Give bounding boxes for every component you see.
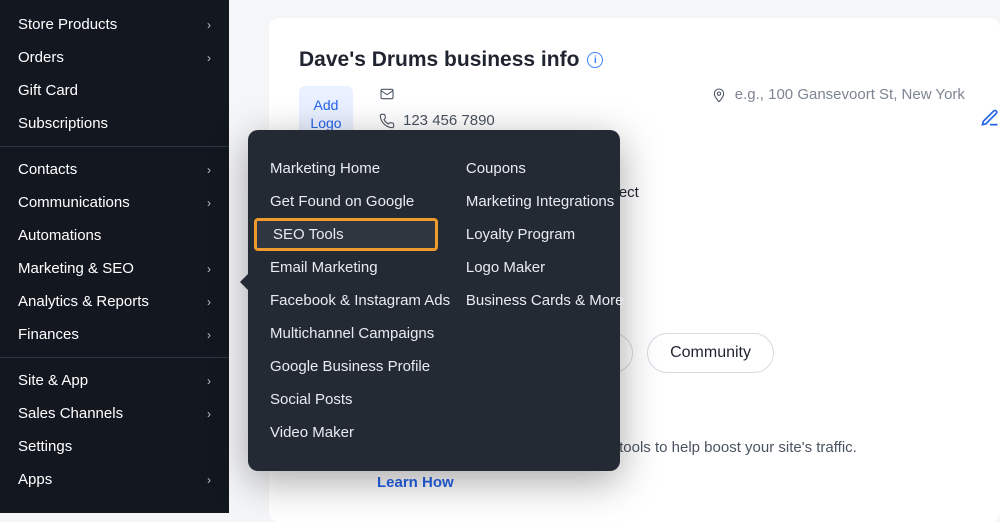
sidebar-item-contacts[interactable]: Contacts › — [0, 153, 229, 186]
flyout-item-social-posts[interactable]: Social Posts — [248, 383, 444, 416]
sidebar-item-settings[interactable]: Settings — [0, 430, 229, 463]
sidebar-item-gift-card[interactable]: Gift Card — [0, 74, 229, 107]
flyout-item-seo-tools[interactable]: SEO Tools — [254, 218, 438, 251]
sidebar-group: Contacts › Communications › Automations Ma… — [0, 153, 229, 351]
flyout-column-1: Marketing Home Get Found on Google SEO T… — [248, 152, 444, 449]
pill-community[interactable]: Community — [647, 333, 774, 373]
sidebar-item-label: Contacts — [18, 161, 77, 178]
page-title: Dave's Drums business info — [299, 48, 579, 72]
chevron-right-icon: › — [207, 18, 211, 32]
sidebar-item-label: Sales Channels — [18, 405, 123, 422]
card-title-row: Dave's Drums business info i — [299, 48, 970, 72]
chevron-right-icon: › — [207, 163, 211, 177]
flyout-item-email-marketing[interactable]: Email Marketing — [248, 251, 444, 284]
sidebar-item-label: Settings — [18, 438, 72, 455]
sidebar-item-label: Communications — [18, 194, 130, 211]
sidebar-item-orders[interactable]: Orders › — [0, 41, 229, 74]
sidebar-item-label: Apps — [18, 471, 52, 488]
envelope-icon — [379, 86, 395, 102]
chevron-right-icon: › — [207, 407, 211, 421]
info-icon[interactable]: i — [587, 52, 603, 68]
chevron-right-icon: › — [207, 295, 211, 309]
flyout-item-marketing-home[interactable]: Marketing Home — [248, 152, 444, 185]
chevron-right-icon: › — [207, 473, 211, 487]
sidebar-item-label: Orders — [18, 49, 64, 66]
location-row[interactable]: e.g., 100 Gansevoort St, New York — [711, 86, 965, 103]
email-row[interactable] — [379, 86, 495, 102]
phone-row[interactable]: 123 456 7890 — [379, 112, 495, 129]
chevron-right-icon: › — [207, 262, 211, 276]
flyout-column-2: Coupons Marketing Integrations Loyalty P… — [444, 152, 620, 449]
sidebar-group: Store Products › Orders › Gift Card Subscr… — [0, 8, 229, 140]
sidebar: Store Products › Orders › Gift Card Subscr… — [0, 0, 229, 513]
sidebar-item-label: Store Products — [18, 16, 117, 33]
phone-icon — [379, 113, 395, 129]
sidebar-item-analytics-reports[interactable]: Analytics & Reports › — [0, 285, 229, 318]
chevron-right-icon: › — [207, 51, 211, 65]
flyout-item-multichannel[interactable]: Multichannel Campaigns — [248, 317, 444, 350]
phone-value: 123 456 7890 — [403, 112, 495, 129]
sidebar-item-automations[interactable]: Automations — [0, 219, 229, 252]
sidebar-item-communications[interactable]: Communications › — [0, 186, 229, 219]
sidebar-item-label: Subscriptions — [18, 115, 108, 132]
flyout-item-google-business[interactable]: Google Business Profile — [248, 350, 444, 383]
flyout-item-marketing-integrations[interactable]: Marketing Integrations — [444, 185, 620, 218]
flyout-item-logo-maker[interactable]: Logo Maker — [444, 251, 620, 284]
sidebar-item-site-app[interactable]: Site & App › — [0, 364, 229, 397]
sidebar-item-label: Analytics & Reports — [18, 293, 149, 310]
sidebar-item-marketing-seo[interactable]: Marketing & SEO › — [0, 252, 229, 285]
chevron-right-icon: › — [207, 328, 211, 342]
edit-icon[interactable] — [980, 108, 1000, 133]
sidebar-item-label: Marketing & SEO — [18, 260, 134, 277]
flyout-item-loyalty[interactable]: Loyalty Program — [444, 218, 620, 251]
sidebar-item-label: Automations — [18, 227, 101, 244]
contact-column: 123 456 7890 — [379, 86, 495, 129]
chevron-right-icon: › — [207, 196, 211, 210]
flyout-item-coupons[interactable]: Coupons — [444, 152, 620, 185]
sidebar-item-label: Site & App — [18, 372, 88, 389]
learn-how-link[interactable]: Learn How — [377, 474, 454, 491]
flyout-item-video-maker[interactable]: Video Maker — [248, 416, 444, 449]
sidebar-group: Site & App › Sales Channels › Settings App… — [0, 364, 229, 496]
sidebar-item-finances[interactable]: Finances › — [0, 318, 229, 351]
location-placeholder: e.g., 100 Gansevoort St, New York — [735, 86, 965, 103]
sidebar-item-apps[interactable]: Apps › — [0, 463, 229, 496]
divider — [0, 357, 229, 358]
sidebar-item-store-products[interactable]: Store Products › — [0, 8, 229, 41]
flyout-item-business-cards[interactable]: Business Cards & More — [444, 284, 620, 317]
location-pin-icon — [711, 87, 727, 103]
flyout-item-get-found-google[interactable]: Get Found on Google — [248, 185, 444, 218]
sidebar-item-subscriptions[interactable]: Subscriptions — [0, 107, 229, 140]
sidebar-item-label: Finances — [18, 326, 79, 343]
divider — [0, 146, 229, 147]
sidebar-item-label: Gift Card — [18, 82, 78, 99]
sidebar-item-sales-channels[interactable]: Sales Channels › — [0, 397, 229, 430]
chevron-right-icon: › — [207, 374, 211, 388]
marketing-seo-flyout: Marketing Home Get Found on Google SEO T… — [248, 130, 620, 471]
flyout-item-fb-ig-ads[interactable]: Facebook & Instagram Ads — [248, 284, 444, 317]
